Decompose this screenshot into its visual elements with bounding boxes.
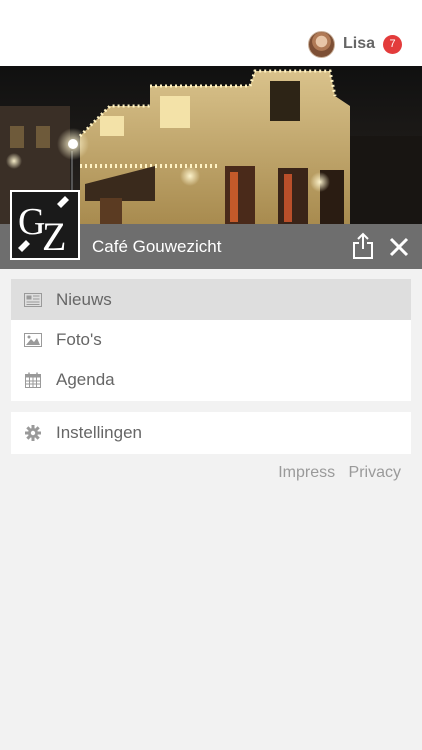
menu-item-fotos[interactable]: Foto's <box>11 320 411 360</box>
venue-logo-mark: G Z <box>12 192 78 259</box>
user-profile[interactable]: Lisa 7 <box>307 29 402 59</box>
close-icon <box>389 237 409 257</box>
user-avatar[interactable] <box>307 30 335 58</box>
calendar-icon <box>24 371 42 389</box>
footer-links: Impress Privacy <box>269 464 401 482</box>
impress-link[interactable]: Impress <box>278 464 335 481</box>
user-name[interactable]: Lisa <box>343 35 375 53</box>
menu-item-label: Nieuws <box>56 289 112 309</box>
svg-text:Z: Z <box>42 214 66 258</box>
venue-name: Café Gouwezicht <box>92 237 222 256</box>
notification-badge[interactable]: 7 <box>383 34 402 54</box>
share-icon <box>353 232 373 259</box>
venue-logo: G Z <box>10 190 80 260</box>
share-button[interactable] <box>350 232 376 260</box>
top-bar: Lisa 7 <box>0 0 422 66</box>
menu-item-nieuws[interactable]: Nieuws <box>11 279 411 320</box>
settings-menu: Instellingen <box>11 412 411 454</box>
image-icon <box>24 331 42 349</box>
close-button[interactable] <box>386 234 412 260</box>
menu-item-agenda[interactable]: Agenda <box>11 360 411 400</box>
menu-item-label: Agenda <box>56 370 115 389</box>
main-menu: Nieuws Foto's Agenda <box>11 279 411 401</box>
menu-item-instellingen[interactable]: Instellingen <box>11 412 411 454</box>
privacy-link[interactable]: Privacy <box>349 464 401 481</box>
menu-item-label: Instellingen <box>56 423 143 442</box>
gear-icon <box>24 424 42 442</box>
newspaper-icon <box>24 291 42 309</box>
menu-item-label: Foto's <box>56 330 102 349</box>
